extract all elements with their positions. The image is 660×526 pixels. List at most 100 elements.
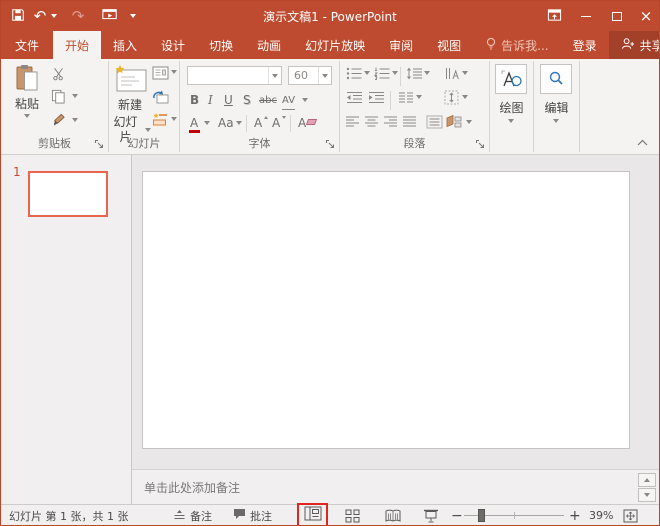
reading-view-button[interactable]: [385, 505, 401, 526]
paragraph-dialog-launcher[interactable]: [475, 139, 486, 150]
normal-view-button[interactable]: [304, 506, 322, 524]
line-spacing-button[interactable]: [406, 67, 422, 83]
bullets-button[interactable]: [346, 67, 362, 83]
undo-button[interactable]: ↶: [31, 1, 49, 31]
bold-button[interactable]: B: [190, 92, 199, 108]
tab-review[interactable]: 审阅: [377, 31, 425, 59]
next-slide-button[interactable]: [638, 488, 656, 502]
zoom-level[interactable]: 39%: [589, 505, 613, 526]
underline-button[interactable]: U: [224, 92, 233, 108]
slideshow-view-button[interactable]: [423, 505, 439, 526]
line-spacing-dropdown[interactable]: [424, 71, 430, 75]
layout-dropdown[interactable]: [171, 70, 177, 74]
align-right-button[interactable]: [383, 116, 398, 131]
copy-button[interactable]: [51, 89, 66, 107]
zoom-out-button[interactable]: −: [451, 505, 463, 526]
shrink-font-button[interactable]: A: [272, 115, 280, 131]
comments-toggle-button[interactable]: 批注: [233, 505, 272, 526]
new-slide-button[interactable]: 新建 幻灯片: [109, 64, 151, 145]
text-shadow-button[interactable]: S: [243, 92, 251, 108]
character-spacing-dropdown[interactable]: [302, 98, 308, 102]
font-dialog-launcher[interactable]: [325, 139, 336, 150]
fit-to-window-button[interactable]: [623, 505, 638, 526]
save-button[interactable]: [7, 1, 29, 31]
collapse-ribbon-button[interactable]: [637, 135, 648, 149]
change-case-button[interactable]: Aa: [218, 115, 234, 131]
numbering-button[interactable]: [374, 67, 390, 83]
slide-sorter-view-button[interactable]: [345, 505, 360, 526]
quick-access-dropdown[interactable]: [127, 1, 139, 31]
section-dropdown[interactable]: [171, 117, 177, 121]
drawing-dropdown[interactable]: [508, 119, 514, 123]
minimize-button[interactable]: [571, 1, 601, 31]
convert-smartart-button[interactable]: [446, 115, 463, 132]
columns-dropdown[interactable]: [416, 95, 422, 99]
justify-button[interactable]: [402, 116, 417, 131]
tab-slideshow[interactable]: 幻灯片放映: [293, 31, 377, 59]
bullets-dropdown[interactable]: [364, 71, 370, 75]
editing-dropdown[interactable]: [553, 119, 559, 123]
decrease-indent-button[interactable]: [346, 91, 362, 107]
reset-slide-button[interactable]: [152, 89, 169, 107]
lightbulb-icon: [485, 37, 497, 54]
numbering-dropdown[interactable]: [392, 71, 398, 75]
font-size-combobox[interactable]: 60: [288, 66, 332, 85]
notes-pane[interactable]: 单击此处添加备注: [132, 469, 659, 504]
previous-slide-button[interactable]: [638, 473, 656, 487]
align-center-button[interactable]: [364, 116, 379, 131]
align-left-button[interactable]: [345, 116, 360, 131]
tab-home[interactable]: 开始: [53, 31, 101, 59]
drawing-button[interactable]: [495, 64, 527, 94]
notes-toggle-button[interactable]: 备注: [173, 505, 212, 526]
align-text-dropdown[interactable]: [462, 95, 468, 99]
zoom-slider-thumb[interactable]: [478, 509, 485, 522]
text-direction-button[interactable]: [444, 67, 460, 83]
align-text-button[interactable]: [444, 90, 459, 108]
tab-design[interactable]: 设计: [149, 31, 197, 59]
close-button[interactable]: ×: [631, 1, 660, 31]
copy-dropdown[interactable]: [72, 94, 78, 98]
font-color-button[interactable]: A: [190, 115, 198, 131]
clipboard-dialog-launcher[interactable]: [94, 139, 105, 150]
tab-view[interactable]: 视图: [425, 31, 473, 59]
sign-in-button[interactable]: 登录: [561, 31, 609, 59]
paste-button[interactable]: 粘贴: [9, 64, 45, 118]
increase-indent-button[interactable]: [368, 91, 384, 107]
font-name-dropdown[interactable]: [268, 67, 281, 84]
maximize-button[interactable]: [602, 1, 632, 31]
zoom-in-button[interactable]: +: [569, 505, 581, 526]
grow-font-button[interactable]: A: [254, 115, 262, 131]
tab-file[interactable]: 文件: [1, 31, 53, 59]
font-color-dropdown[interactable]: [204, 121, 210, 125]
clear-formatting-button[interactable]: A: [298, 115, 306, 131]
start-slideshow-button[interactable]: [99, 1, 121, 31]
ribbon-display-options-button[interactable]: [539, 1, 569, 31]
tab-insert[interactable]: 插入: [101, 31, 149, 59]
paragraph-group-label: 段落: [340, 135, 489, 151]
strikethrough-button[interactable]: abc: [259, 93, 277, 109]
font-name-combobox[interactable]: [187, 66, 282, 85]
undo-dropdown[interactable]: [49, 1, 59, 31]
distribute-button[interactable]: [426, 115, 443, 132]
slide-thumbnail[interactable]: [28, 171, 108, 217]
text-direction-dropdown[interactable]: [462, 71, 468, 75]
font-size-dropdown[interactable]: [318, 67, 331, 84]
italic-button[interactable]: I: [208, 92, 213, 108]
change-case-dropdown[interactable]: [236, 121, 242, 125]
editing-button[interactable]: [540, 64, 572, 94]
redo-button[interactable]: ↷: [69, 1, 87, 31]
slide-editing-area[interactable]: [142, 171, 630, 449]
format-painter-button[interactable]: [51, 113, 66, 130]
cut-button[interactable]: [51, 67, 66, 84]
layout-button[interactable]: [152, 66, 169, 83]
smartart-dropdown[interactable]: [466, 120, 472, 124]
format-painter-dropdown[interactable]: [72, 118, 78, 122]
character-spacing-button[interactable]: AV: [282, 93, 295, 110]
share-button[interactable]: 共享: [609, 31, 660, 59]
section-button[interactable]: [152, 112, 168, 129]
columns-button[interactable]: [398, 91, 414, 107]
tell-me-box[interactable]: 告诉我...: [473, 31, 560, 59]
tab-animations[interactable]: 动画: [245, 31, 293, 59]
section-icon: [152, 112, 168, 126]
tab-transitions[interactable]: 切换: [197, 31, 245, 59]
